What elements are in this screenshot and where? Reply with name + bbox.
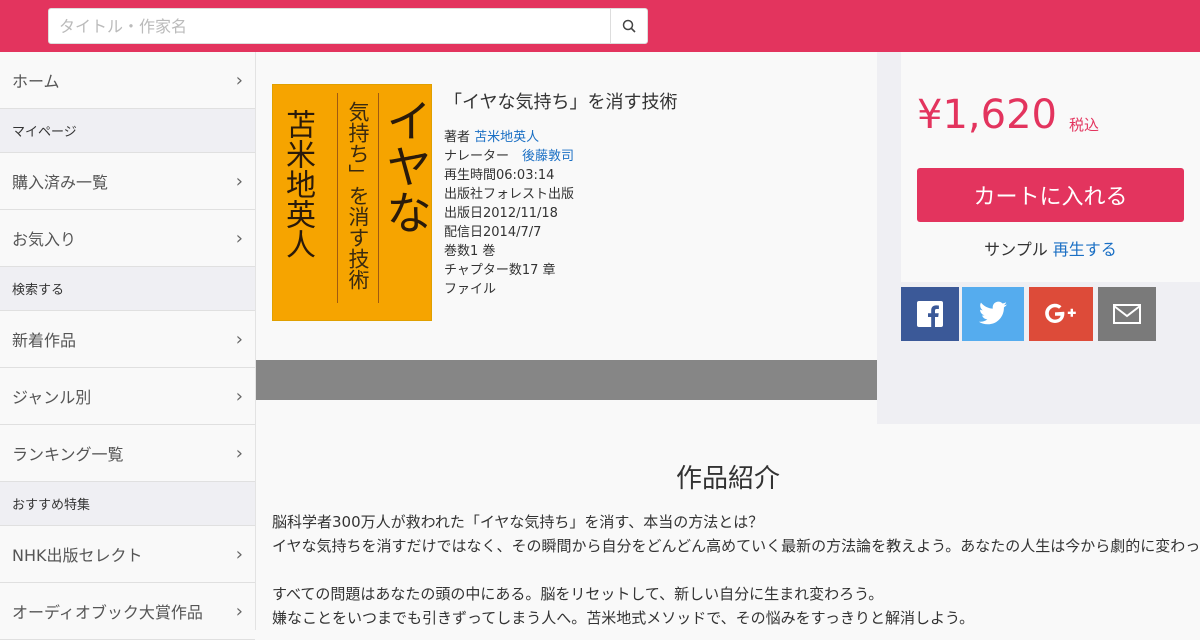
book-info: 「イヤな気持ち」を消す技術 著者 苫米地英人 ナレーター 後藤敦司 再生時間06… xyxy=(444,88,864,299)
email-share-button[interactable] xyxy=(1098,287,1156,341)
chevron-right-icon: › xyxy=(235,600,243,622)
chevron-right-icon: › xyxy=(235,385,243,407)
sidebar-heading-label: マイページ xyxy=(12,125,77,140)
sidebar: ホーム › マイページ 購入済み一覧 › お気入り › 検索する 新着作品 › ジャンル別 › ランキン… xyxy=(0,52,256,640)
cover-subtitle: 気持ち」を消す技術 xyxy=(346,101,370,290)
sidebar-heading-label: おすすめ特集 xyxy=(12,498,91,513)
sidebar-heading-label: 検索する xyxy=(12,283,65,298)
description-line: イヤな気持ちを消すだけではなく、その瞬間から自分をどんどん高めていく最新の方法論… xyxy=(272,537,1200,555)
sidebar-item-label: NHK出版セレクト xyxy=(12,546,143,565)
sidebar-item[interactable]: オーディオブック大賞作品 › xyxy=(0,583,255,640)
chevron-right-icon: › xyxy=(235,543,243,565)
sidebar-item[interactable]: 購入済み一覧 › xyxy=(0,153,255,210)
google-plus-icon xyxy=(1045,303,1076,323)
sidebar-section-heading: おすすめ特集 xyxy=(0,482,255,526)
published-date: 出版日2012/11/18 xyxy=(444,206,558,221)
narrator-row: ナレーター 後藤敦司 xyxy=(444,147,864,166)
cover-author: 苫米地英人 xyxy=(280,109,315,259)
description-heading: 作品紹介 xyxy=(675,464,780,494)
twitter-icon xyxy=(978,301,1007,325)
narrator-label: ナレーター xyxy=(444,149,510,164)
sidebar-item[interactable]: お気入り › xyxy=(0,210,255,267)
sidebar-item-label: ランキング一覧 xyxy=(12,445,124,464)
top-bar xyxy=(0,0,1200,52)
sample-row: サンプル 再生する xyxy=(901,236,1200,260)
twitter-share-button[interactable] xyxy=(962,287,1024,341)
description-body: 脳科学者300万人が救われた「イヤな気持ち」を消す、本当の方法とは？ イヤな気持ち… xyxy=(272,510,1200,630)
author-row: 著者 苫米地英人 xyxy=(444,128,864,147)
publisher: 出版社フォレスト出版 xyxy=(444,187,575,202)
author-link[interactable]: 苫米地英人 xyxy=(474,130,539,145)
sample-label: サンプル xyxy=(984,240,1048,259)
sidebar-item[interactable]: ランキング一覧 › xyxy=(0,425,255,482)
chevron-right-icon: › xyxy=(235,69,243,91)
price: ¥1,620 xyxy=(917,92,1057,138)
mail-icon xyxy=(1113,304,1141,324)
sidebar-item[interactable]: 新着作品 › xyxy=(0,311,255,368)
google-plus-share-button[interactable] xyxy=(1029,287,1093,341)
facebook-share-button[interactable] xyxy=(901,287,959,341)
buy-box: ¥1,620 税込 カートに入れる サンプル 再生する xyxy=(901,52,1200,282)
release-date: 配信日2014/7/7 xyxy=(444,225,542,240)
tax-label: 税込 xyxy=(1069,116,1100,134)
sidebar-item-label: ジャンル別 xyxy=(12,388,92,407)
chapter-count: チャプター数17 章 xyxy=(444,263,556,278)
product-panel: イヤな 気持ち」を消す技術 苫米地英人 「イヤな気持ち」を消す技術 著者 苫米地… xyxy=(256,52,877,360)
chevron-right-icon: › xyxy=(235,227,243,249)
description-line: 脳科学者300万人が救われた「イヤな気持ち」を消す、本当の方法とは？ xyxy=(272,513,764,531)
narrator-link[interactable]: 後藤敦司 xyxy=(522,149,574,164)
book-cover[interactable]: イヤな 気持ち」を消す技術 苫米地英人 xyxy=(272,84,432,321)
search-box xyxy=(48,8,648,44)
sidebar-section-heading: 検索する xyxy=(0,267,255,311)
search-icon xyxy=(622,19,636,33)
facebook-icon xyxy=(917,301,943,327)
sidebar-item-label: 購入済み一覧 xyxy=(12,173,109,192)
search-input[interactable] xyxy=(49,9,610,43)
sidebar-item[interactable]: ジャンル別 › xyxy=(0,368,255,425)
description-line: 嫌なことをいつまでも引きずってしまう人へ。苫米地式メソッドで、その悩みをすっきり… xyxy=(272,609,975,627)
volume-count: 巻数1 巻 xyxy=(444,244,496,259)
sidebar-item-label: ホーム xyxy=(12,72,60,91)
sidebar-item[interactable]: NHK出版セレクト › xyxy=(0,526,255,583)
author-label: 著者 xyxy=(444,130,471,145)
duration: 再生時間06:03:14 xyxy=(444,168,555,183)
sidebar-item-label: オーディオブック大賞作品 xyxy=(12,603,203,622)
sidebar-item[interactable]: ホーム › xyxy=(0,52,255,109)
file-format: ファイル xyxy=(444,282,497,297)
sidebar-section-heading: マイページ xyxy=(0,109,255,153)
player-bar xyxy=(256,360,877,400)
sidebar-item-label: 新着作品 xyxy=(12,331,77,350)
add-to-cart-button[interactable]: カートに入れる xyxy=(917,168,1184,222)
description-line: すべての問題はあなたの頭の中にある。脳をリセットして、新しい自分に生まれ変わろう… xyxy=(272,585,884,603)
description-section: 作品紹介 脳科学者300万人が救われた「イヤな気持ち」を消す、本当の方法とは？ イ… xyxy=(256,424,1200,630)
search-button[interactable] xyxy=(610,9,647,43)
sidebar-item-label: お気入り xyxy=(12,230,77,249)
sample-play-link[interactable]: 再生する xyxy=(1053,240,1117,259)
chevron-right-icon: › xyxy=(235,442,243,464)
chevron-right-icon: › xyxy=(235,328,243,350)
chevron-right-icon: › xyxy=(235,170,243,192)
description-line xyxy=(272,558,1192,582)
cover-title: イヤな xyxy=(379,97,432,235)
book-title: 「イヤな気持ち」を消す技術 xyxy=(444,92,678,113)
